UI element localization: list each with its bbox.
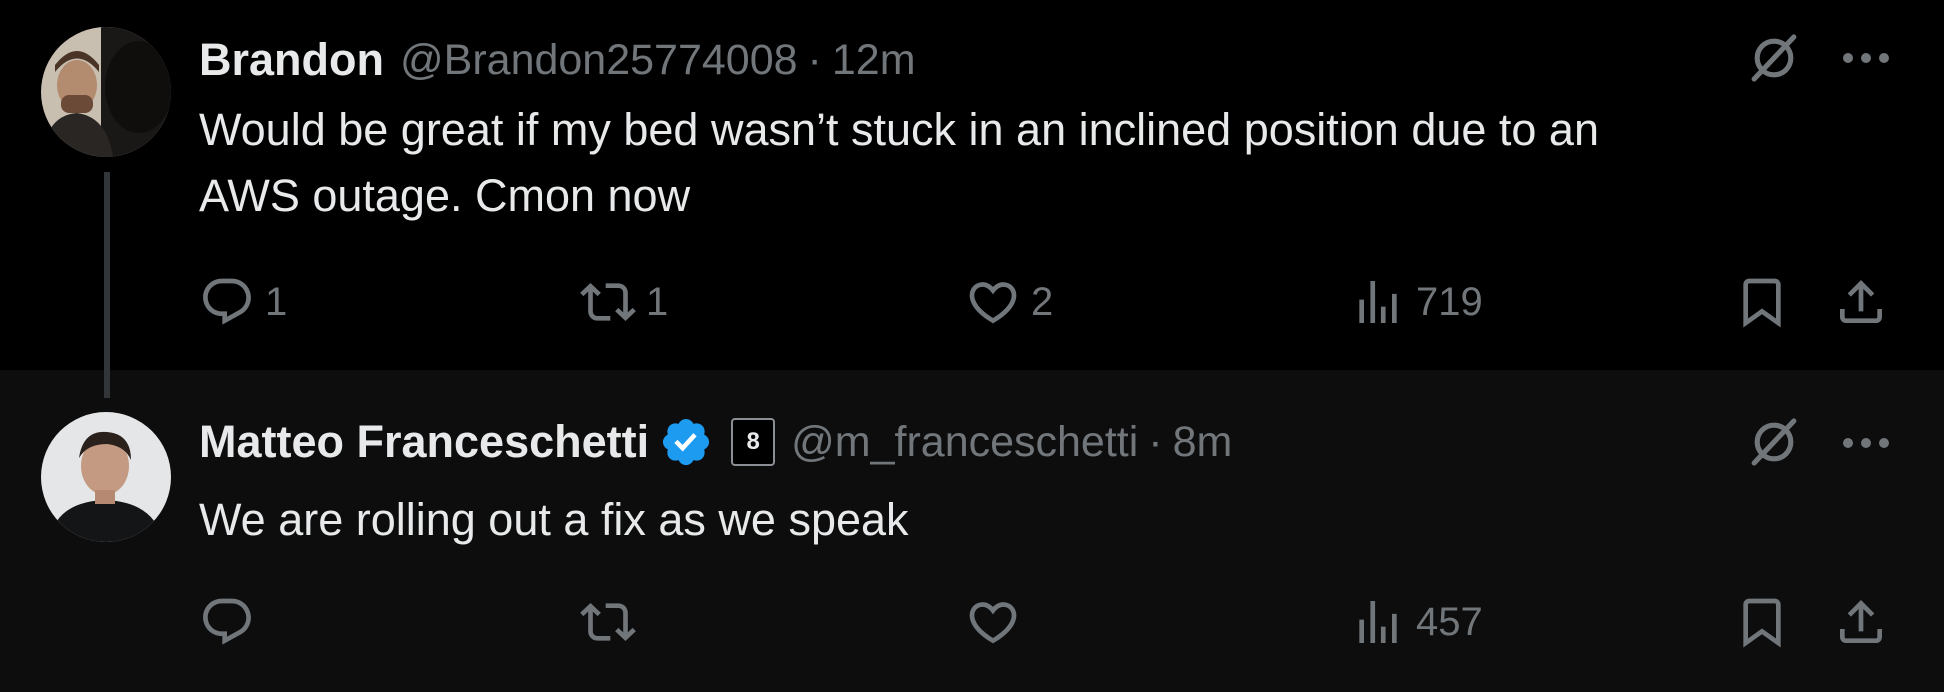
author-handle[interactable]: @m_franceschetti: [791, 418, 1138, 467]
author-name[interactable]: Matteo Franceschetti: [199, 416, 649, 468]
share-button[interactable]: [1833, 592, 1889, 652]
like-count: 2: [1031, 279, 1054, 324]
separator: ·: [807, 35, 822, 84]
bookmark-button[interactable]: [1734, 592, 1790, 652]
repost-icon: [580, 274, 636, 330]
bookmark-icon: [1734, 274, 1790, 330]
like-icon: [965, 274, 1021, 330]
like-button[interactable]: 2: [965, 272, 1053, 332]
bookmark-icon: [1734, 594, 1790, 650]
tweet-original[interactable]: Brandon @Brandon25774008 · 12m Would be …: [0, 0, 1944, 370]
action-bar: 1 1 2 719: [199, 272, 1889, 332]
views-icon: [1350, 594, 1406, 650]
timestamp[interactable]: 12m: [832, 36, 916, 85]
repost-count: 1: [646, 279, 669, 324]
share-button[interactable]: [1833, 272, 1889, 332]
tweet-text-line: We are rolling out a fix as we speak: [199, 494, 909, 545]
view-count: 457: [1416, 599, 1483, 644]
reply-icon: [199, 594, 255, 650]
author-name[interactable]: Brandon: [199, 34, 384, 86]
avatar-matteo[interactable]: [41, 412, 171, 542]
like-button[interactable]: [965, 592, 1021, 652]
tweet-text-line: AWS outage. Cmon now: [199, 170, 691, 221]
reply-button[interactable]: 1: [199, 272, 287, 332]
reply-icon: [199, 274, 255, 330]
affiliate-badge[interactable]: 8: [731, 418, 776, 466]
timestamp[interactable]: 8m: [1173, 418, 1233, 467]
avatar-brandon[interactable]: [41, 27, 171, 157]
more-icon[interactable]: [1838, 48, 1894, 68]
grok-icon[interactable]: [1746, 30, 1802, 86]
views-button[interactable]: 457: [1350, 592, 1483, 652]
share-icon: [1833, 274, 1889, 330]
view-count: 719: [1416, 279, 1483, 324]
thread-connector-line: [104, 172, 110, 398]
bookmark-button[interactable]: [1734, 272, 1790, 332]
action-bar: 457: [199, 592, 1889, 652]
tweet-text-line: Would be great if my bed wasn’t stuck in…: [199, 104, 1599, 155]
more-icon[interactable]: [1838, 433, 1894, 453]
tweet-header: Brandon @Brandon25774008 · 12m: [199, 30, 916, 90]
like-icon: [965, 594, 1021, 650]
separator: ·: [1148, 417, 1163, 466]
verified-badge-icon[interactable]: [659, 415, 713, 469]
repost-button[interactable]: [580, 592, 636, 652]
repost-button[interactable]: 1: [580, 272, 668, 332]
tweet-reply[interactable]: Matteo Franceschetti 8 @m_franceschetti …: [0, 370, 1944, 692]
repost-icon: [580, 594, 636, 650]
share-icon: [1833, 594, 1889, 650]
views-button[interactable]: 719: [1350, 272, 1483, 332]
tweet-text: Would be great if my bed wasn’t stuck in…: [199, 97, 1819, 229]
views-icon: [1350, 274, 1406, 330]
tweet-text: We are rolling out a fix as we speak: [199, 487, 1819, 553]
reply-button[interactable]: [199, 592, 255, 652]
tweet-header: Matteo Franceschetti 8 @m_franceschetti …: [199, 412, 1232, 472]
author-handle[interactable]: @Brandon25774008: [400, 36, 798, 85]
reply-count: 1: [265, 279, 288, 324]
grok-icon[interactable]: [1746, 414, 1802, 470]
